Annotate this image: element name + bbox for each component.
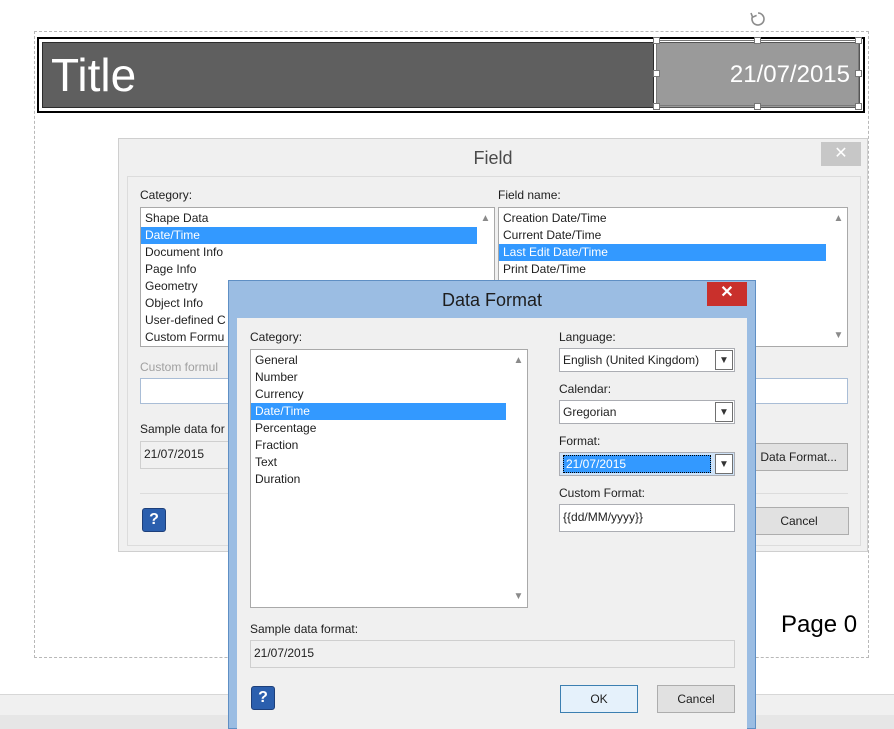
list-item[interactable]: Shape Data — [141, 210, 494, 227]
list-item[interactable]: Current Date/Time — [499, 227, 847, 244]
close-icon[interactable]: ✕ — [821, 142, 861, 166]
resize-handle-top[interactable] — [754, 37, 761, 44]
chevron-down-icon[interactable]: ▼ — [715, 402, 733, 422]
list-item[interactable]: Date/Time — [251, 403, 506, 420]
df-category-list[interactable]: General Number Currency Date/Time Percen… — [250, 349, 528, 608]
list-item[interactable]: Page Info — [141, 261, 494, 278]
field-category-label: Category: — [140, 188, 193, 202]
custom-formula-label: Custom formul — [140, 360, 219, 374]
df-sample-label: Sample data format: — [250, 622, 359, 636]
scrollbar[interactable]: ▲ ▼ — [510, 350, 527, 607]
help-icon[interactable]: ? — [142, 508, 166, 532]
resize-handle-bottom[interactable] — [754, 103, 761, 110]
scrollbar[interactable]: ▲ ▼ — [830, 208, 847, 346]
resize-handle-right[interactable] — [855, 70, 862, 77]
resize-handle-bottom-right[interactable] — [855, 103, 862, 110]
list-item[interactable]: Text — [251, 454, 527, 471]
df-cancel-button[interactable]: Cancel — [657, 685, 735, 713]
title-shape[interactable]: Title — [42, 42, 654, 108]
list-item[interactable]: Currency — [251, 386, 527, 403]
format-label: Format: — [559, 434, 601, 448]
page-label: Page 0 — [781, 611, 858, 638]
list-item[interactable]: Percentage — [251, 420, 527, 437]
list-item[interactable]: Last Edit Date/Time — [499, 244, 826, 261]
format-value: 21/07/2015 — [563, 455, 711, 473]
list-item[interactable]: Creation Date/Time — [499, 210, 847, 227]
chevron-down-icon[interactable]: ▼ — [715, 350, 733, 370]
field-sample-label: Sample data for — [140, 422, 225, 436]
language-label: Language: — [559, 330, 616, 344]
list-item[interactable]: Duration — [251, 471, 527, 488]
calendar-label: Calendar: — [559, 382, 612, 396]
language-select[interactable]: English (United Kingdom) ▼ — [559, 348, 735, 372]
field-cancel-button[interactable]: Cancel — [749, 507, 849, 535]
list-item[interactable]: Print Date/Time — [499, 261, 847, 278]
field-sample-value: 21/07/2015 — [140, 441, 240, 469]
calendar-select[interactable]: Gregorian ▼ — [559, 400, 735, 424]
ok-button[interactable]: OK — [560, 685, 638, 713]
resize-handle-top-left[interactable] — [653, 37, 660, 44]
chevron-down-icon[interactable]: ▼ — [715, 454, 733, 474]
data-format-dialog-title: Data Format — [441, 290, 543, 310]
list-item[interactable]: Fraction — [251, 437, 527, 454]
close-icon[interactable]: ✕ — [707, 282, 747, 306]
selection-outline — [656, 40, 859, 106]
language-value: English (United Kingdom) — [563, 353, 700, 367]
data-format-dialog: Data Format ✕ Category: General Number C… — [228, 280, 756, 729]
df-category-label: Category: — [250, 330, 303, 344]
resize-handle-top-right[interactable] — [855, 37, 862, 44]
custom-format-label: Custom Format: — [559, 486, 646, 500]
resize-handle-left[interactable] — [653, 70, 660, 77]
scroll-down-arrow-icon[interactable]: ▼ — [830, 327, 847, 344]
df-sample-value: 21/07/2015 — [250, 640, 735, 668]
list-item[interactable]: Date/Time — [141, 227, 494, 244]
calendar-value: Gregorian — [563, 405, 617, 419]
scroll-up-arrow-icon[interactable]: ▲ — [477, 210, 494, 227]
scroll-down-arrow-icon[interactable]: ▼ — [510, 588, 527, 605]
rotate-handle-icon[interactable] — [749, 10, 767, 28]
scroll-up-arrow-icon[interactable]: ▲ — [830, 210, 847, 227]
format-select[interactable]: 21/07/2015 ▼ — [559, 452, 735, 476]
list-item[interactable]: Number — [251, 369, 527, 386]
resize-handle-bottom-left[interactable] — [653, 103, 660, 110]
field-dialog-title: Field — [473, 148, 513, 168]
field-name-label: Field name: — [498, 188, 561, 202]
custom-format-input[interactable]: {{dd/MM/yyyy}} — [559, 504, 735, 532]
scroll-up-arrow-icon[interactable]: ▲ — [510, 352, 527, 369]
list-item[interactable]: General — [251, 352, 527, 369]
list-item[interactable]: Document Info — [141, 244, 494, 261]
title-text: Title — [51, 49, 137, 101]
help-icon[interactable]: ? — [251, 686, 275, 710]
data-format-body: Category: General Number Currency Date/T… — [237, 318, 747, 729]
